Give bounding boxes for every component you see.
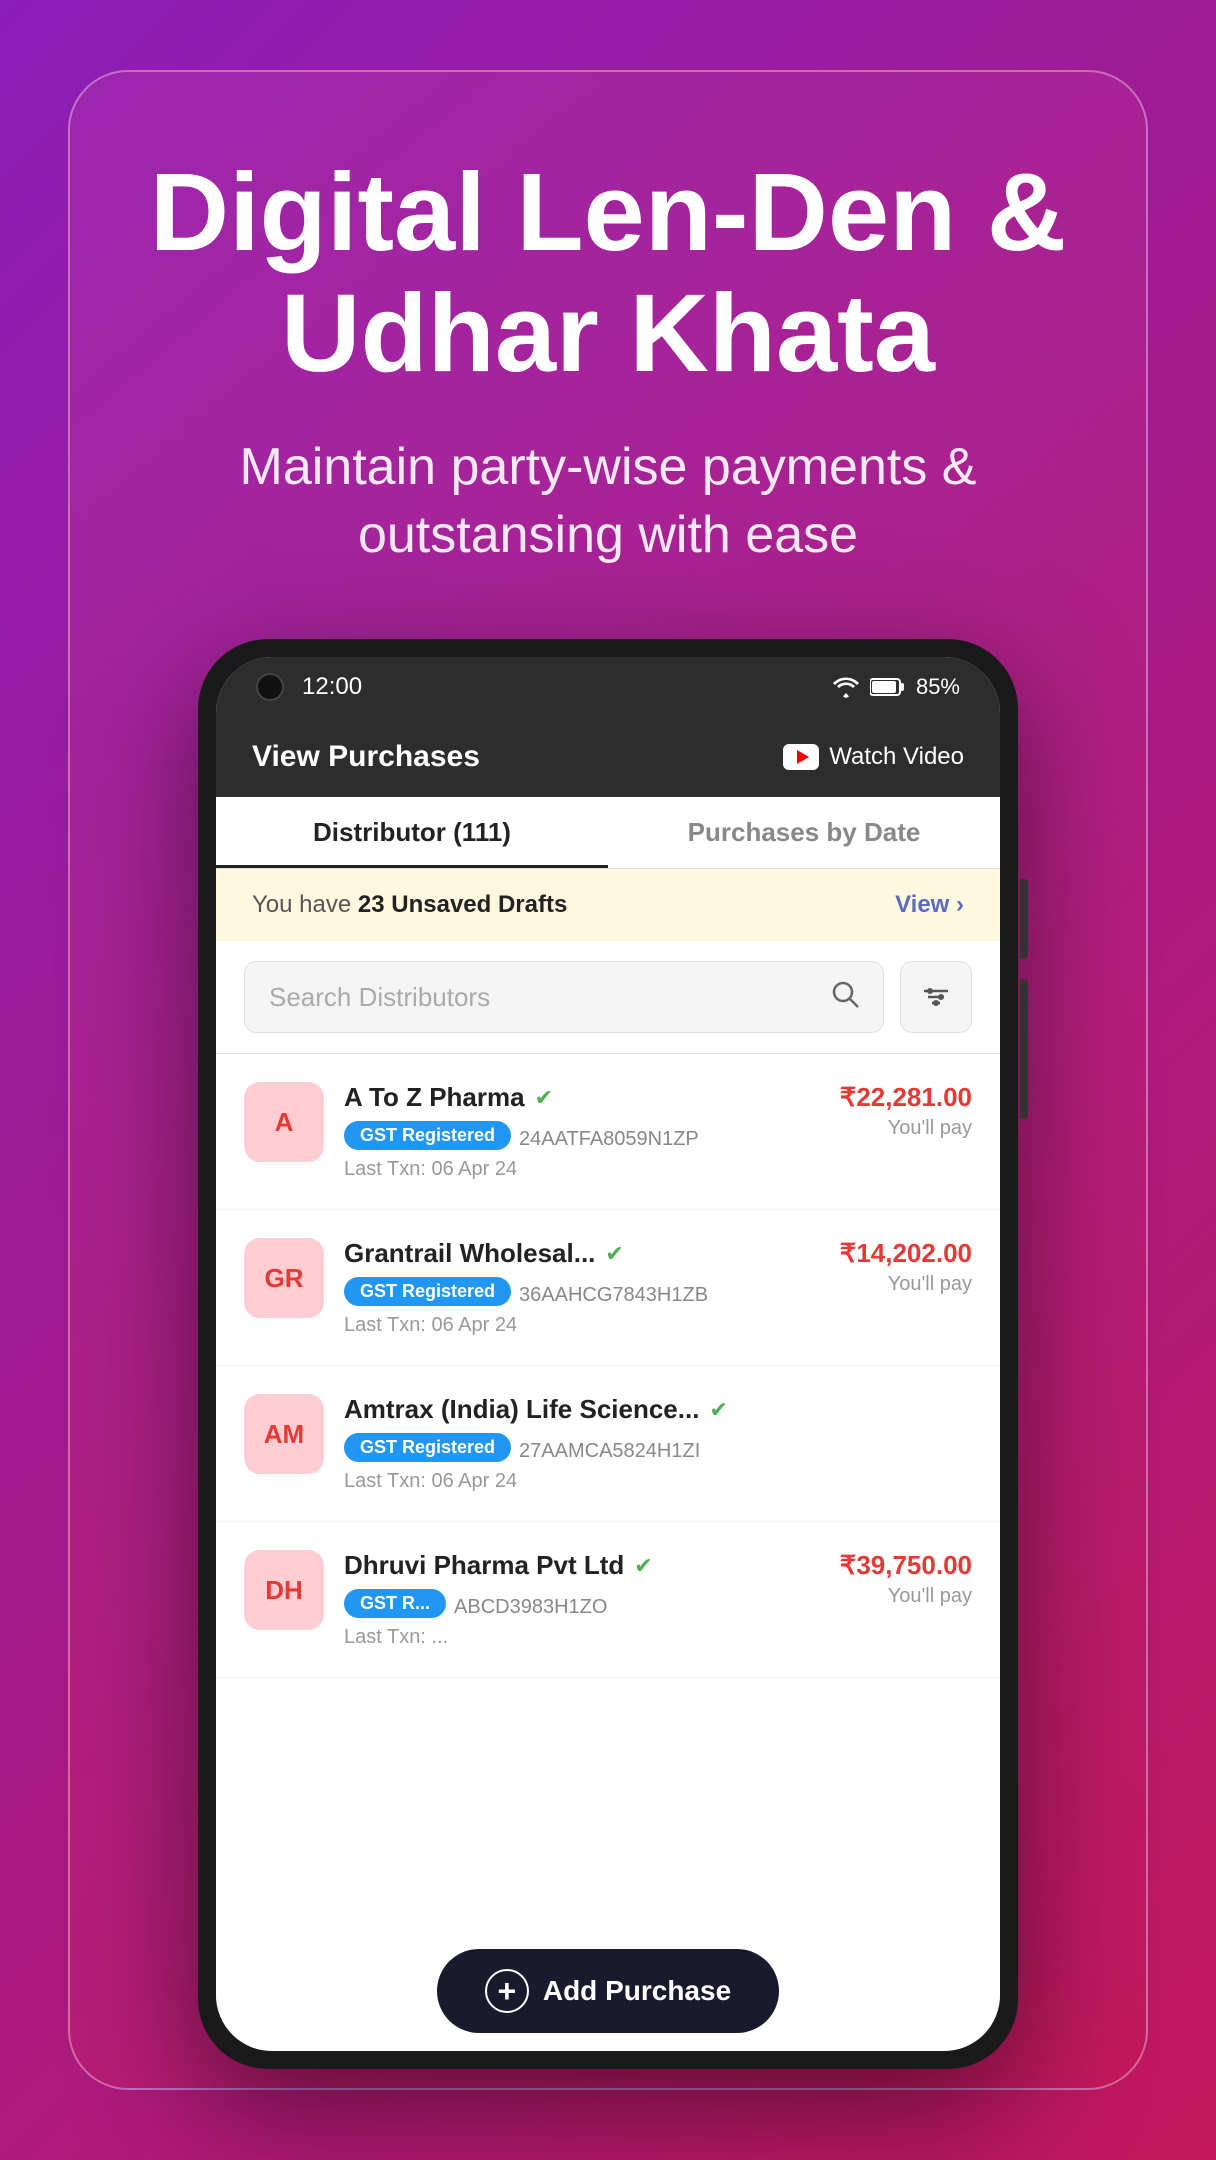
app-header-title: View Purchases [252, 740, 480, 774]
verified-icon-0: ✔ [535, 1085, 553, 1111]
dist-name-2: Amtrax (India) Life Science... [344, 1394, 699, 1425]
dist-amount-1: ₹14,202.00 You'll pay [840, 1238, 972, 1296]
fab-area: + Add Purchase [216, 1931, 1000, 2051]
distributor-item-3[interactable]: DH Dhruvi Pharma Pvt Ltd ✔ GST R... ABCD… [216, 1522, 1000, 1678]
gst-number-2: 27AAMCA5824H1ZI [519, 1440, 700, 1463]
gst-badge-2: GST Registered [344, 1433, 511, 1462]
phone-container: 12:00 [178, 639, 1038, 2069]
fab-label: Add Purchase [543, 1975, 731, 2007]
dist-row2-0: GST Registered 24AATFA8059N1ZP [344, 1121, 820, 1158]
dist-name-row-3: Dhruvi Pharma Pvt Ltd ✔ [344, 1550, 820, 1581]
draft-banner: You have 23 Unsaved Drafts View › [216, 869, 1000, 941]
search-icon [831, 980, 859, 1015]
dist-name-3: Dhruvi Pharma Pvt Ltd [344, 1550, 624, 1581]
status-left: 12:00 [256, 673, 362, 701]
wifi-icon [832, 676, 860, 698]
battery-icon [870, 676, 906, 698]
distributor-item-0[interactable]: A A To Z Pharma ✔ GST Registered 24AATFA… [216, 1054, 1000, 1210]
gst-badge-1: GST Registered [344, 1277, 511, 1306]
dist-avatar-0: A [244, 1082, 324, 1162]
dist-amount-0: ₹22,281.00 You'll pay [840, 1082, 972, 1140]
outer-card: Digital Len-Den & Udhar Khata Maintain p… [68, 70, 1148, 2090]
camera-dot [256, 673, 284, 701]
dist-info-2: Amtrax (India) Life Science... ✔ GST Reg… [344, 1394, 952, 1493]
draft-prefix: You have [252, 891, 358, 918]
amount-label-0: You'll pay [840, 1117, 972, 1140]
gst-number-1: 36AAHCG7843H1ZB [519, 1284, 708, 1307]
watch-video-label: Watch Video [829, 743, 964, 771]
amount-value-1: ₹14,202.00 [840, 1238, 972, 1268]
search-area: Search Distributors [216, 941, 1000, 1054]
status-right: 85% [832, 674, 960, 700]
distributor-item-1[interactable]: GR Grantrail Wholesal... ✔ GST Registere… [216, 1210, 1000, 1366]
fab-plus-icon: + [485, 1969, 529, 2013]
filter-button[interactable] [900, 961, 972, 1033]
search-placeholder: Search Distributors [269, 982, 815, 1013]
dist-info-0: A To Z Pharma ✔ GST Registered 24AATFA80… [344, 1082, 820, 1181]
tabs-bar: Distributor (111) Purchases by Date [216, 797, 1000, 869]
dist-info-3: Dhruvi Pharma Pvt Ltd ✔ GST R... ABCD398… [344, 1550, 820, 1649]
last-txn-2: Last Txn: 06 Apr 24 [344, 1470, 952, 1493]
gst-badge-0: GST Registered [344, 1121, 511, 1150]
amount-value-3: ₹39,750.00 [840, 1550, 972, 1580]
dist-amount-3: ₹39,750.00 You'll pay [840, 1550, 972, 1608]
view-drafts-link[interactable]: View › [895, 891, 964, 919]
dist-name-0: A To Z Pharma [344, 1082, 525, 1113]
tab-purchases-by-date[interactable]: Purchases by Date [608, 797, 1000, 868]
phone-screen: 12:00 [216, 657, 1000, 2051]
filter-icon [922, 985, 950, 1009]
dist-name-row-0: A To Z Pharma ✔ [344, 1082, 820, 1113]
dist-name-1: Grantrail Wholesal... [344, 1238, 595, 1269]
dist-info-1: Grantrail Wholesal... ✔ GST Registered 3… [344, 1238, 820, 1337]
phone-mockup: 12:00 [198, 639, 1018, 2069]
last-txn-3: Last Txn: ... [344, 1626, 820, 1649]
app-header: View Purchases Watch Video [216, 717, 1000, 797]
verified-icon-1: ✔ [605, 1241, 623, 1267]
search-svg [831, 980, 859, 1008]
amount-label-3: You'll pay [840, 1585, 972, 1608]
hero-subtitle: Maintain party-wise payments & outstansi… [110, 434, 1106, 569]
dist-avatar-2: AM [244, 1394, 324, 1474]
dist-avatar-3: DH [244, 1550, 324, 1630]
draft-highlight: 23 Unsaved Drafts [358, 891, 567, 918]
verified-icon-3: ✔ [634, 1553, 652, 1579]
add-purchase-button[interactable]: + Add Purchase [437, 1949, 779, 2033]
dist-avatar-1: GR [244, 1238, 324, 1318]
tab-distributor[interactable]: Distributor (111) [216, 797, 608, 868]
amount-label-1: You'll pay [840, 1273, 972, 1296]
gst-number-3: ABCD3983H1ZO [454, 1596, 607, 1619]
verified-icon-2: ✔ [709, 1397, 727, 1423]
last-txn-0: Last Txn: 06 Apr 24 [344, 1158, 820, 1181]
dist-row2-3: GST R... ABCD3983H1ZO [344, 1589, 820, 1626]
gst-number-0: 24AATFA8059N1ZP [519, 1128, 699, 1151]
dist-name-row-1: Grantrail Wholesal... ✔ [344, 1238, 820, 1269]
dist-row2-2: GST Registered 27AAMCA5824H1ZI [344, 1433, 952, 1470]
hero-title: Digital Len-Den & Udhar Khata [110, 152, 1106, 394]
dist-name-row-2: Amtrax (India) Life Science... ✔ [344, 1394, 952, 1425]
status-bar: 12:00 [216, 657, 1000, 717]
distributor-list: A A To Z Pharma ✔ GST Registered 24AATFA… [216, 1054, 1000, 1931]
watch-video-button[interactable]: Watch Video [783, 743, 964, 771]
battery-label: 85% [916, 674, 960, 700]
gst-badge-3: GST R... [344, 1589, 446, 1618]
dist-row2-1: GST Registered 36AAHCG7843H1ZB [344, 1277, 820, 1314]
amount-value-0: ₹22,281.00 [840, 1082, 972, 1112]
youtube-icon [783, 744, 819, 770]
last-txn-1: Last Txn: 06 Apr 24 [344, 1314, 820, 1337]
distributor-item-2[interactable]: AM Amtrax (India) Life Science... ✔ GST … [216, 1366, 1000, 1522]
search-input-wrap[interactable]: Search Distributors [244, 961, 884, 1033]
status-time: 12:00 [302, 673, 362, 701]
draft-text: You have 23 Unsaved Drafts [252, 891, 567, 919]
